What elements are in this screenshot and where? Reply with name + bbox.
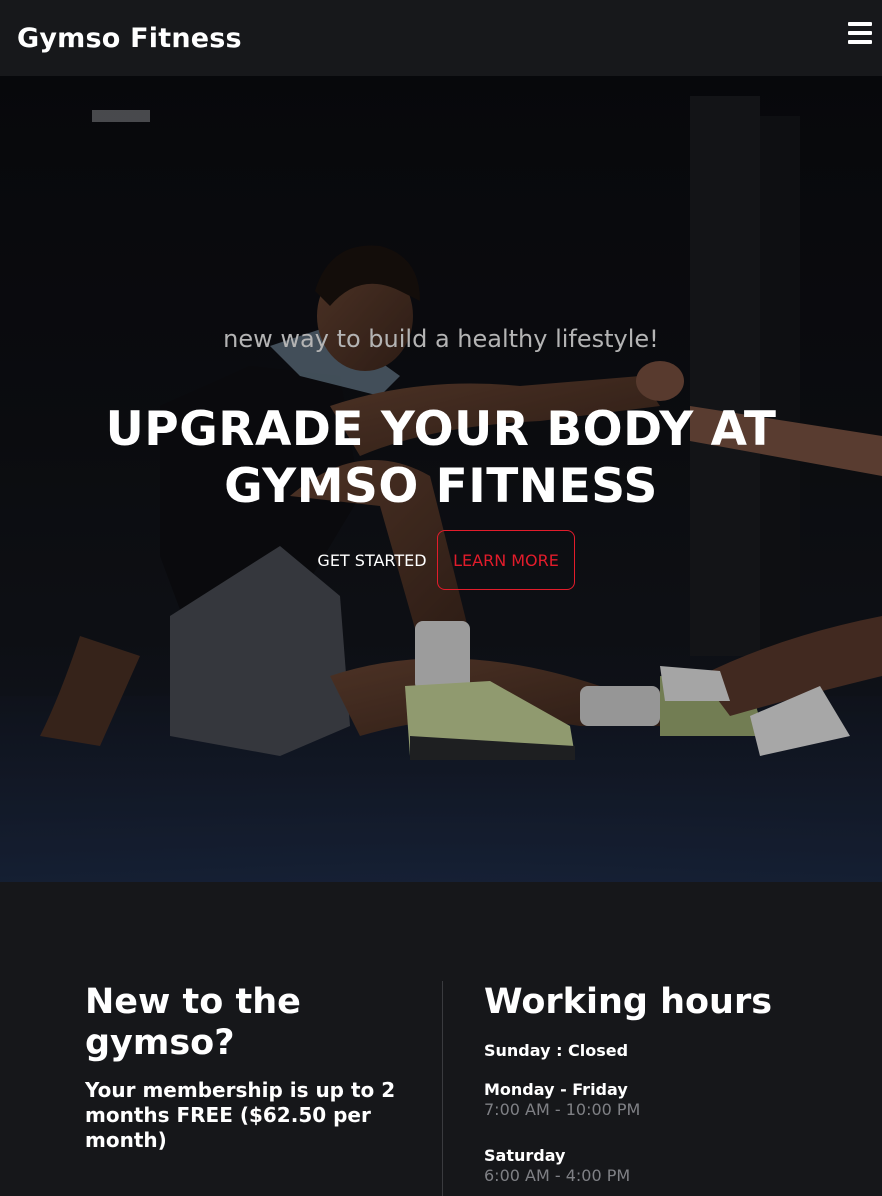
new-member-column: New to the gymso? Your membership is up …	[85, 982, 415, 1153]
learn-more-button[interactable]: LEARN MORE	[437, 530, 575, 590]
menu-bar	[848, 31, 872, 35]
menu-bar	[848, 40, 872, 44]
hero-tagline: new way to build a healthy lifestyle!	[223, 325, 659, 353]
hero-section: new way to build a healthy lifestyle! UP…	[0, 76, 882, 882]
column-divider	[442, 981, 443, 1196]
info-section: New to the gymso? Your membership is up …	[0, 882, 882, 1196]
hours-item: Monday - Friday 7:00 AM - 10:00 PM	[484, 1080, 844, 1120]
hero-title: UPGRADE YOUR BODY AT GYMSO FITNESS	[105, 402, 777, 514]
hours-day: Saturday	[484, 1146, 566, 1165]
hamburger-menu-icon[interactable]	[848, 22, 872, 44]
hero-cta-row: GET STARTED LEARN MORE	[0, 530, 882, 590]
new-member-title: New to the gymso?	[85, 982, 301, 1063]
navbar: Gymso Fitness	[0, 0, 882, 76]
hours-time: 6:00 AM - 4:00 PM	[484, 1166, 631, 1185]
hours-day: Monday - Friday	[484, 1080, 628, 1099]
closed-day: Sunday : Closed	[484, 1041, 629, 1060]
working-hours-title: Working hours	[484, 982, 773, 1022]
working-hours-column: Working hours Sunday : Closed Monday - F…	[484, 982, 844, 1186]
hours-time: 7:00 AM - 10:00 PM	[484, 1100, 641, 1119]
membership-offer: Your membership is up to 2 months FREE (…	[85, 1078, 396, 1152]
get-started-button[interactable]: GET STARTED	[307, 530, 437, 590]
hours-item: Saturday 6:00 AM - 4:00 PM	[484, 1146, 844, 1186]
hero-content: new way to build a healthy lifestyle! UP…	[0, 76, 882, 882]
menu-bar	[848, 22, 872, 26]
brand-logo[interactable]: Gymso Fitness	[17, 23, 242, 54]
